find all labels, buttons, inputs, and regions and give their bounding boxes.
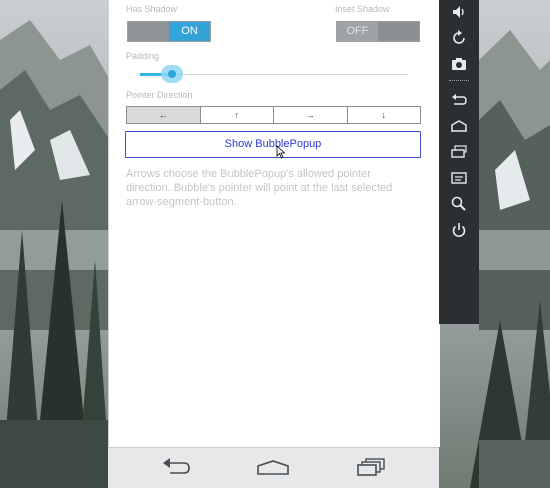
pointer-direction-segments: ← ↑ → ↓ xyxy=(126,106,421,124)
inset-shadow-label: Inset Shadow xyxy=(335,4,390,14)
toggle-off-text: OFF xyxy=(337,22,378,41)
recent-apps-icon[interactable] xyxy=(354,454,388,482)
segment-left-arrow[interactable]: ← xyxy=(127,107,201,123)
toolbar-separator xyxy=(449,80,469,81)
segment-up-arrow[interactable]: ↑ xyxy=(200,107,274,123)
pointer-direction-label: Pointer Direction xyxy=(126,90,193,100)
description-text: Arrows choose the BubblePopup's allowed … xyxy=(126,168,393,208)
camera-icon[interactable] xyxy=(449,54,469,74)
power-icon[interactable] xyxy=(449,220,469,240)
has-shadow-label: Has Shadow xyxy=(126,4,178,14)
toggle-on-text: ON xyxy=(169,22,210,41)
back-icon[interactable] xyxy=(449,90,469,110)
show-bubblepopup-button[interactable]: Show BubblePopup xyxy=(125,131,421,158)
rotate-icon[interactable] xyxy=(449,28,469,48)
navigation-bar xyxy=(108,447,439,488)
inset-shadow-toggle[interactable]: OFF xyxy=(336,21,420,42)
emulator-toolbar xyxy=(439,0,479,324)
home-icon[interactable] xyxy=(449,116,469,136)
back-icon[interactable] xyxy=(158,454,192,482)
app-screen xyxy=(109,0,440,447)
mouse-cursor-icon xyxy=(276,145,286,159)
menu-icon[interactable] xyxy=(449,168,469,188)
search-icon[interactable] xyxy=(449,194,469,214)
segment-right-arrow[interactable]: → xyxy=(274,107,348,123)
toggle-on-side xyxy=(378,22,419,41)
segment-down-arrow[interactable]: ↓ xyxy=(347,107,420,123)
padding-label: Padding xyxy=(126,51,160,61)
recent-apps-icon[interactable] xyxy=(449,142,469,162)
has-shadow-toggle[interactable]: ON xyxy=(127,21,211,42)
volume-icon[interactable] xyxy=(449,2,469,22)
toggle-off-side xyxy=(128,22,169,41)
home-icon[interactable] xyxy=(256,454,290,482)
